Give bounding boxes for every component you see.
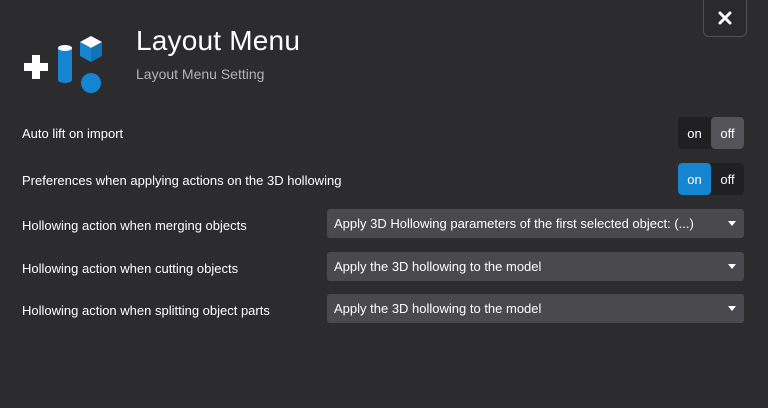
hollow-prefs-off-option[interactable]: off bbox=[711, 163, 744, 195]
split-selected-value: Apply the 3D hollowing to the model bbox=[334, 301, 542, 316]
merge-selected-value: Apply 3D Hollowing parameters of the fir… bbox=[334, 216, 694, 231]
hollow-prefs-on-option[interactable]: on bbox=[678, 163, 711, 195]
sphere-shape bbox=[81, 73, 101, 93]
auto-lift-on-option[interactable]: on bbox=[678, 117, 711, 149]
split-dropdown[interactable]: Apply the 3D hollowing to the model bbox=[327, 294, 744, 323]
auto-lift-toggle[interactable]: on off bbox=[678, 117, 744, 149]
page-title: Layout Menu bbox=[136, 25, 301, 56]
cut-dropdown[interactable]: Apply the 3D hollowing to the model bbox=[327, 252, 744, 281]
auto-lift-label: Auto lift on import bbox=[22, 126, 124, 141]
cut-selected-value: Apply the 3D hollowing to the model bbox=[334, 259, 542, 274]
cylinder-shape bbox=[58, 48, 72, 80]
chevron-down-icon bbox=[728, 306, 736, 311]
layout-shapes-icon bbox=[24, 36, 102, 93]
close-icon bbox=[718, 11, 732, 25]
split-label: Hollowing action when splitting object p… bbox=[22, 303, 270, 318]
merge-label: Hollowing action when merging objects bbox=[22, 218, 247, 233]
close-button[interactable] bbox=[703, 0, 747, 37]
cut-label: Hollowing action when cutting objects bbox=[22, 261, 239, 276]
hollow-prefs-toggle[interactable]: on off bbox=[678, 163, 744, 195]
auto-lift-off-option[interactable]: off bbox=[711, 117, 744, 149]
chevron-down-icon bbox=[728, 264, 736, 269]
hollow-prefs-label: Preferences when applying actions on the… bbox=[22, 173, 342, 188]
merge-dropdown[interactable]: Apply 3D Hollowing parameters of the fir… bbox=[327, 209, 744, 238]
chevron-down-icon bbox=[728, 221, 736, 226]
page-subtitle: Layout Menu Setting bbox=[136, 66, 265, 82]
